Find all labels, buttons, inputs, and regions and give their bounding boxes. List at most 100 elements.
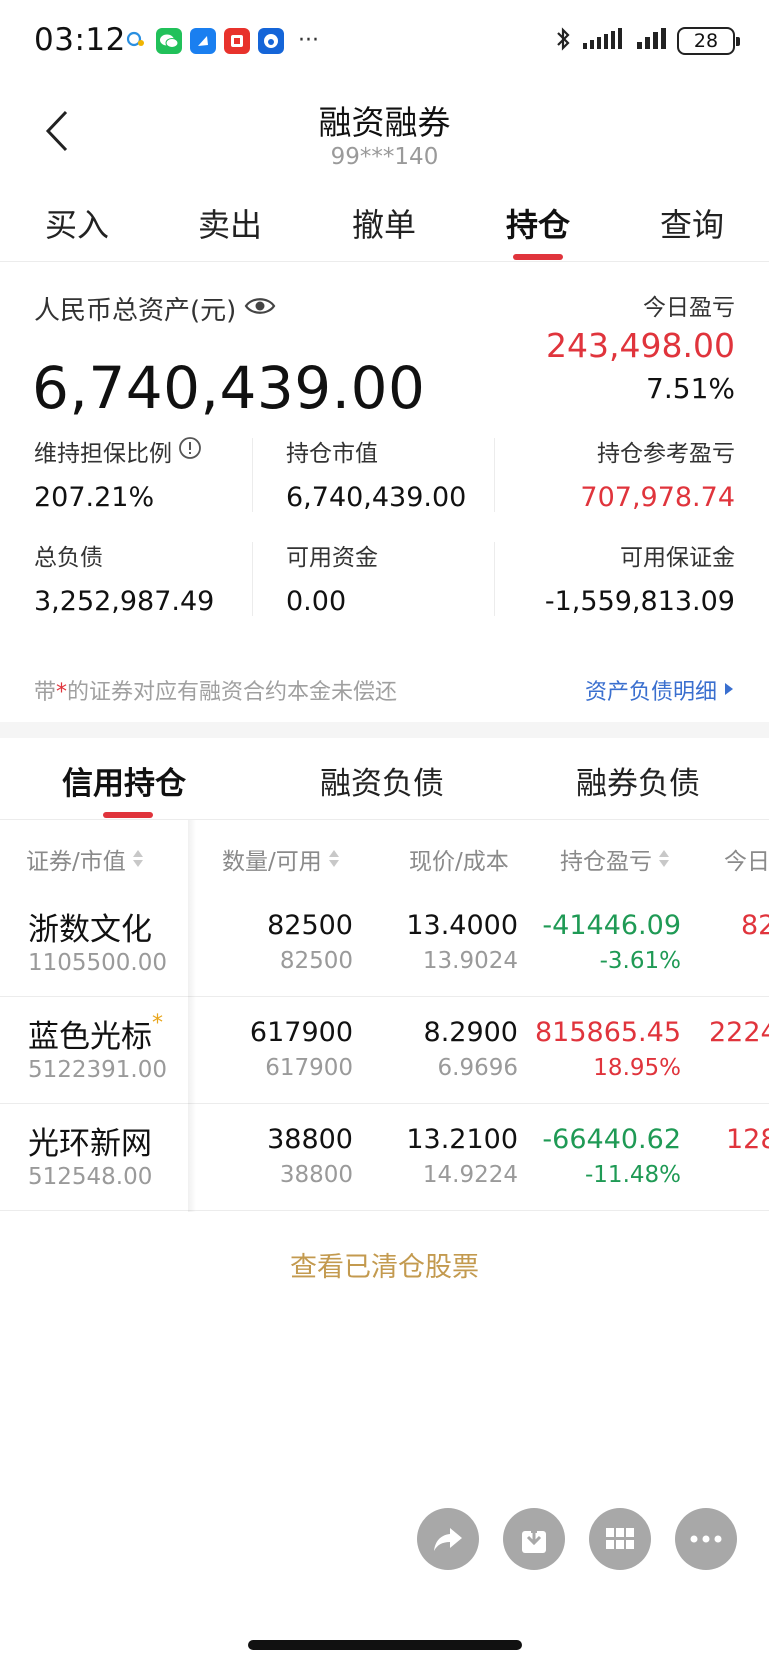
stock-name: 光环新网 [28,1118,152,1163]
tab-credit-positions[interactable]: 信用持仓 [62,758,186,803]
column-security-mv-label: 证券/市值 [26,849,126,875]
download-icon [522,1525,546,1553]
alipay-icon [190,28,216,54]
table-row[interactable]: 蓝色光标* 5122391.00 617900 617900 8.2900 6.… [0,997,769,1104]
asset-liability-detail-text: 资产负债明细 [584,680,717,705]
column-today[interactable]: 今日 [724,842,769,876]
view-cleared-stocks-link[interactable]: 查看已清仓股票 [0,1245,769,1284]
note-suffix: 的证券对应有融资合约本金未偿还 [67,680,398,705]
today-pl-percent: 7.51% [646,372,735,405]
divider [252,542,253,616]
share-arrow-icon [434,1528,462,1551]
tab-cancel-order[interactable]: 撤单 [334,200,434,246]
stock-market-value: 1105500.00 [28,950,168,976]
total-liability-value: 3,252,987.49 [34,586,215,617]
reference-pl-label: 持仓参考盈亏 [597,441,735,467]
table-row[interactable]: 浙数文化 1105500.00 82500 82500 13.4000 13.9… [0,890,769,997]
available-cash: 可用资金 0.00 [286,538,378,617]
status-bar: 03:12 ··· 28 [0,0,769,84]
page-title: 融资融券 [318,103,451,142]
cost-price: 6.9696 [437,1055,518,1081]
today-pl-label: 今日盈亏 [643,295,735,321]
account-number: 99***140 [330,144,439,170]
tab-query[interactable]: 查询 [642,200,742,246]
position-market-value: 持仓市值 6,740,439.00 [286,434,466,513]
main-tabs: 买入 卖出 撤单 持仓 查询 [0,190,769,262]
stock-name: 蓝色光标* [28,1011,163,1056]
stock-name-text: 蓝色光标 [28,1019,152,1055]
tab-financing-liabilities[interactable]: 融资负债 [320,758,444,803]
today-pl: 2224 [709,1017,769,1048]
section-divider [0,722,769,738]
info-icon[interactable] [178,436,202,466]
maintenance-ratio-value: 207.21% [34,482,155,513]
quantity: 82500 [267,910,353,941]
total-liability-label: 总负债 [34,545,103,571]
total-asset-label-text: 人民币总资产(元) [34,296,237,326]
stock-market-value: 5122391.00 [28,1057,168,1083]
note-star: * [56,680,68,705]
today-pl: 128 [726,1124,769,1155]
stock-name-text: 光环新网 [28,1126,152,1162]
column-security-mv[interactable]: 证券/市值 [26,842,144,876]
cost-price: 14.9224 [422,1162,518,1188]
available-cash-value: 0.00 [286,586,347,617]
note-prefix: 带 [34,680,57,705]
eye-icon[interactable] [244,294,276,324]
position-pl: -66440.62 [542,1124,681,1155]
stock-market-value: 512548.00 [28,1164,153,1190]
tab-buy[interactable]: 买入 [27,200,127,246]
total-asset-label: 人民币总资产(元) [34,290,276,327]
position-market-value-value: 6,740,439.00 [286,482,467,513]
maintenance-ratio-label: 维持担保比例 [34,441,172,467]
table-row[interactable]: 光环新网 512548.00 38800 38800 13.2100 14.92… [0,1104,769,1211]
position-pl: 815865.45 [534,1017,681,1048]
stock-name-text: 浙数文化 [28,912,152,948]
signal-hd-icon [581,27,625,55]
share-button[interactable] [417,1508,479,1570]
divider [494,438,495,512]
cloud-notification-icon [124,27,148,55]
total-asset-value: 6,740,439.00 [32,354,426,422]
maintenance-ratio: 维持担保比例 207.21% [34,434,202,513]
sort-icon [328,849,340,869]
tab-securities-lending-liabilities[interactable]: 融券负债 [576,758,700,803]
column-position-pl-label: 持仓盈亏 [560,849,652,875]
tab-positions[interactable]: 持仓 [488,200,588,246]
unpaid-principal-note: 带*的证券对应有融资合约本金未偿还 [34,674,397,706]
home-indicator[interactable] [248,1640,522,1650]
current-price: 13.4000 [406,910,518,941]
reference-pl-value: 707,978.74 [580,482,735,513]
column-price-cost: 现价/成本 [409,842,509,876]
wechat-icon [156,28,182,54]
tab-sell[interactable]: 卖出 [180,200,280,246]
column-position-pl[interactable]: 持仓盈亏 [560,842,670,876]
grid-menu-button[interactable] [589,1508,651,1570]
triangle-right-icon [723,678,735,703]
current-price: 13.2100 [406,1124,518,1155]
column-today-label: 今日 [724,849,769,875]
column-qty-available-label: 数量/可用 [222,849,322,875]
download-button[interactable] [503,1508,565,1570]
more-button[interactable] [675,1508,737,1570]
position-pl-percent: 18.95% [593,1055,681,1081]
position-pl: -41446.09 [542,910,681,941]
system-status: 28 [555,26,740,56]
position-pl-percent: -11.48% [585,1162,681,1188]
bluetooth-icon [555,26,571,56]
column-qty-available[interactable]: 数量/可用 [222,842,340,876]
available-margin: 可用保证金 -1,559,813.09 [545,538,735,617]
quantity: 617900 [249,1017,353,1048]
more-notifications-icon: ··· [298,28,319,53]
quantity: 38800 [267,1124,353,1155]
position-sub-tabs: 信用持仓 融资负债 融券负债 [0,738,769,820]
available-margin-value: -1,559,813.09 [544,586,735,617]
asset-liability-detail-link[interactable]: 资产负债明细 [585,674,735,706]
active-sub-tab-indicator [103,812,153,818]
active-tab-indicator [513,254,563,260]
signal-icon [635,27,667,55]
unpaid-star: * [152,1011,163,1036]
asset-summary: 人民币总资产(元) 6,740,439.00 今日盈亏 243,498.00 7… [0,262,769,722]
divider [494,542,495,616]
stock-name: 浙数文化 [28,904,152,949]
